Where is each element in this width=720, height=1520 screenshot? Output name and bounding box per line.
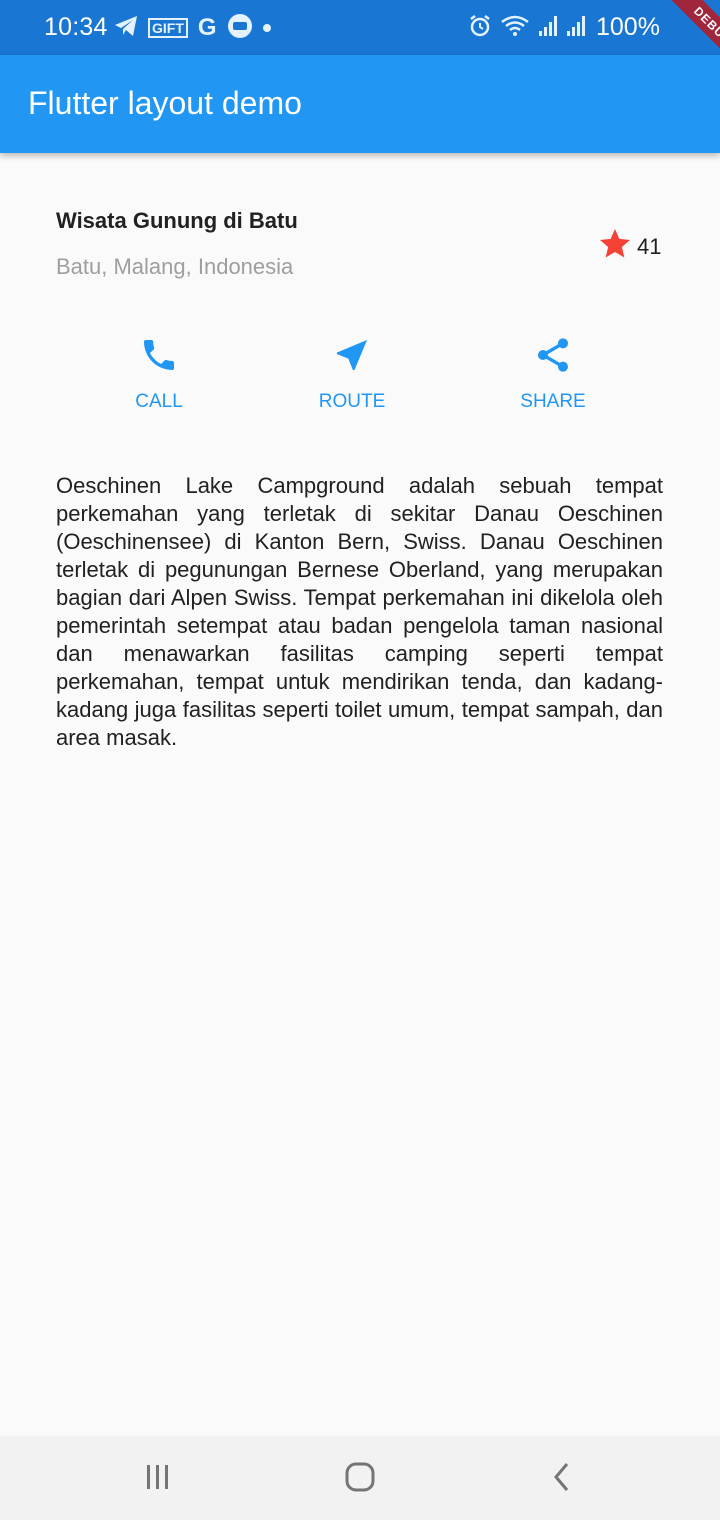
route-label: ROUTE bbox=[318, 391, 386, 412]
button-section: CALL ROUTE SHARE bbox=[0, 335, 720, 425]
route-button[interactable]: ROUTE bbox=[292, 335, 412, 413]
place-name: Wisata Gunung di Batu bbox=[56, 208, 298, 233]
rating: 41 bbox=[597, 226, 661, 267]
status-right-icons bbox=[468, 14, 586, 43]
navigation-icon bbox=[292, 335, 412, 375]
description-text: Oeschinen Lake Campground adalah sebuah … bbox=[56, 473, 663, 750]
share-icon bbox=[493, 335, 613, 375]
message-icon bbox=[227, 13, 253, 44]
place-location: Batu, Malang, Indonesia bbox=[56, 254, 294, 279]
alarm-icon bbox=[468, 14, 492, 43]
gift-icon: GIFT bbox=[148, 18, 188, 38]
recents-icon bbox=[143, 1463, 173, 1496]
star-icon bbox=[597, 226, 633, 267]
share-label: SHARE bbox=[520, 391, 586, 412]
app-title: Flutter layout demo bbox=[28, 85, 302, 121]
title-section: Wisata Gunung di Batu Batu, Malang, Indo… bbox=[56, 208, 664, 280]
telegram-icon bbox=[114, 15, 138, 42]
recents-button[interactable] bbox=[128, 1462, 188, 1496]
home-icon bbox=[344, 1461, 376, 1498]
wifi-icon bbox=[500, 14, 530, 43]
status-time: 10:34 bbox=[44, 13, 108, 41]
back-button[interactable] bbox=[532, 1462, 592, 1496]
share-button[interactable]: SHARE bbox=[493, 335, 613, 413]
back-icon bbox=[550, 1462, 574, 1497]
g-icon: G bbox=[197, 14, 217, 41]
rating-count: 41 bbox=[637, 233, 662, 259]
call-label: CALL bbox=[135, 391, 183, 412]
app-bar: Flutter layout demo bbox=[0, 55, 720, 153]
call-button[interactable]: CALL bbox=[99, 335, 219, 413]
signal-icon bbox=[566, 15, 586, 42]
phone-icon bbox=[99, 335, 219, 375]
status-bar: 10:34 GIFT G 100% bbox=[0, 0, 720, 55]
home-button[interactable] bbox=[330, 1462, 390, 1496]
dot-icon bbox=[262, 24, 271, 32]
nav-bar bbox=[0, 1436, 720, 1520]
status-left-icons: GIFT G bbox=[114, 13, 271, 44]
signal-icon bbox=[538, 15, 558, 42]
